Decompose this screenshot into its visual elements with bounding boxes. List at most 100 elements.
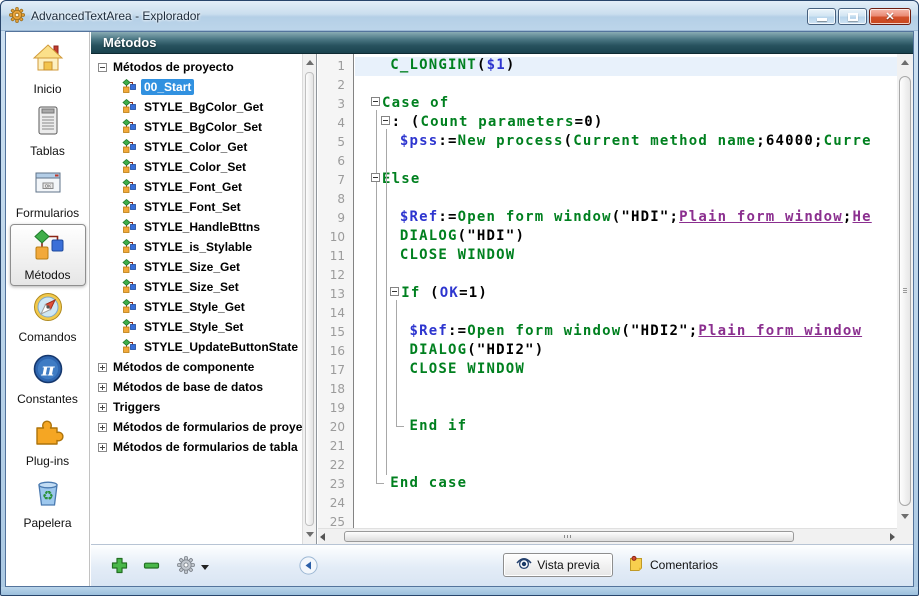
method-mini-icon <box>122 79 136 96</box>
tree-item[interactable]: STYLE_Color_Get <box>91 137 302 157</box>
tree-scrollbar-thumb[interactable] <box>305 72 314 526</box>
tree-item-label: STYLE_BgColor_Set <box>141 119 265 135</box>
code-line: Else <box>355 171 897 190</box>
editor-horizontal-scrollbar[interactable] <box>318 528 897 544</box>
tree-item[interactable]: STYLE_is_Stylable <box>91 237 302 257</box>
tree-group[interactable]: Métodos de formularios de tabla <box>91 437 302 457</box>
tree-scrollbar[interactable] <box>302 54 316 544</box>
tree-item[interactable]: STYLE_HandleBttns <box>91 217 302 237</box>
line-number: 11 <box>318 247 353 266</box>
line-number: 16 <box>318 342 353 361</box>
plugins-icon <box>31 414 65 453</box>
line-number: 9 <box>318 209 353 228</box>
code-line: If (OK=1) <box>355 285 897 304</box>
fold-marker-icon[interactable] <box>381 116 390 125</box>
tree-item[interactable]: 00_Start <box>91 77 302 97</box>
tree-item[interactable]: STYLE_UpdateButtonState <box>91 337 302 357</box>
editor-vertical-scrollbar[interactable] <box>897 54 913 528</box>
expand-box-icon[interactable] <box>98 403 107 412</box>
line-number: 17 <box>318 361 353 380</box>
method-mini-icon <box>122 139 136 156</box>
code-line: C_LONGINT($1) <box>355 57 897 76</box>
actions-caret-icon[interactable] <box>201 565 209 570</box>
sidebar-item-tablas[interactable]: Tablas <box>10 100 86 162</box>
sidebar-item-label: Papelera <box>23 516 71 530</box>
expand-box-icon[interactable] <box>98 383 107 392</box>
close-button[interactable]: ✕ <box>869 8 911 25</box>
tree-group[interactable]: Triggers <box>91 397 302 417</box>
panel-title: Métodos <box>103 35 156 50</box>
fold-guide-branch <box>386 129 387 475</box>
sidebar-item-papelera[interactable]: ♻ Papelera <box>10 472 86 534</box>
code-line: End case <box>355 475 897 494</box>
constants-icon: π <box>31 352 65 391</box>
app-window: AdvancedTextArea - Explorador ✕ InicioTa… <box>0 0 919 596</box>
fold-marker-icon[interactable] <box>390 287 399 296</box>
remove-method-button[interactable] <box>143 557 160 579</box>
tree-item[interactable]: STYLE_Size_Get <box>91 257 302 277</box>
svg-text:OK: OK <box>44 183 51 188</box>
tree-item[interactable]: STYLE_BgColor_Set <box>91 117 302 137</box>
tree-item-label: STYLE_Font_Set <box>141 199 244 215</box>
sidebar-item-comandos[interactable]: Comandos <box>10 286 86 348</box>
code-line <box>355 456 897 475</box>
sidebar-item-constantes[interactable]: πConstantes <box>10 348 86 410</box>
expand-box-icon[interactable] <box>98 443 107 452</box>
sidebar: InicioTablasOKFormularios Métodos Comandos… <box>6 32 90 586</box>
tree-item[interactable]: STYLE_Size_Set <box>91 277 302 297</box>
scroll-up-icon[interactable] <box>303 56 316 70</box>
trash-icon: ♻ <box>31 476 65 515</box>
scroll-up-icon[interactable] <box>901 60 909 65</box>
tree-group[interactable]: Métodos de formularios de proyecto <box>91 417 302 437</box>
footer-toolbar: Vista previa Comentarios <box>91 544 913 586</box>
method-mini-icon <box>122 159 136 176</box>
tree-item[interactable]: STYLE_Font_Set <box>91 197 302 217</box>
collapse-panel-button[interactable] <box>299 556 318 580</box>
expand-box-icon[interactable] <box>98 423 107 432</box>
minimize-button[interactable] <box>807 8 836 25</box>
scroll-left-icon[interactable] <box>320 533 325 541</box>
tree-group[interactable]: Métodos de base de datos <box>91 377 302 397</box>
scroll-right-icon[interactable] <box>890 533 895 541</box>
code-line: DIALOG("HDI2") <box>355 342 897 361</box>
tree-item[interactable]: STYLE_Style_Get <box>91 297 302 317</box>
scroll-down-icon[interactable] <box>303 528 316 542</box>
sidebar-item-label: Métodos <box>24 268 70 282</box>
title-bar[interactable]: AdvancedTextArea - Explorador ✕ <box>1 1 918 31</box>
hscroll-thumb[interactable] <box>344 531 794 542</box>
code-line <box>355 513 897 528</box>
sidebar-item-formularios[interactable]: OKFormularios <box>10 162 86 224</box>
sidebar-item-inicio[interactable]: Inicio <box>10 38 86 100</box>
code-editor[interactable]: 1234567891011121314151617181920212223242… <box>318 54 913 544</box>
maximize-button[interactable] <box>838 8 867 25</box>
app-gear-icon <box>9 7 25 28</box>
tree-item[interactable]: STYLE_BgColor_Get <box>91 97 302 117</box>
code-line <box>355 304 897 323</box>
line-number: 15 <box>318 323 353 342</box>
line-number: 21 <box>318 437 353 456</box>
tree-item[interactable]: STYLE_Font_Get <box>91 177 302 197</box>
method-mini-icon <box>122 99 136 116</box>
tree-group[interactable]: Métodos de componente <box>91 357 302 377</box>
tree-item-label: STYLE_UpdateButtonState <box>141 339 301 355</box>
fold-marker-icon[interactable] <box>371 173 380 182</box>
vscroll-thumb[interactable] <box>899 76 911 506</box>
tree-item[interactable]: STYLE_Color_Set <box>91 157 302 177</box>
sidebar-item-plug-ins[interactable]: Plug-ins <box>10 410 86 472</box>
preview-button[interactable]: Vista previa <box>503 553 613 577</box>
line-number: 22 <box>318 456 353 475</box>
line-number-gutter: 1234567891011121314151617181920212223242… <box>318 54 354 528</box>
actions-gear-button[interactable] <box>177 556 195 579</box>
collapse-box-icon[interactable] <box>98 63 107 72</box>
comments-button[interactable]: Comentarios <box>628 555 718 574</box>
tree-group[interactable]: Métodos de proyecto <box>91 57 302 77</box>
svg-text:♻: ♻ <box>42 489 54 504</box>
expand-box-icon[interactable] <box>98 363 107 372</box>
tree-item[interactable]: STYLE_Style_Set <box>91 317 302 337</box>
sidebar-item-m-todos[interactable]: Métodos <box>10 224 86 286</box>
add-method-button[interactable] <box>111 557 128 579</box>
fold-marker-icon[interactable] <box>371 97 380 106</box>
method-mini-icon <box>122 279 136 296</box>
scroll-down-icon[interactable] <box>901 514 909 519</box>
code-pane[interactable]: C_LONGINT($1)Case of : (Count parameters… <box>355 54 897 528</box>
